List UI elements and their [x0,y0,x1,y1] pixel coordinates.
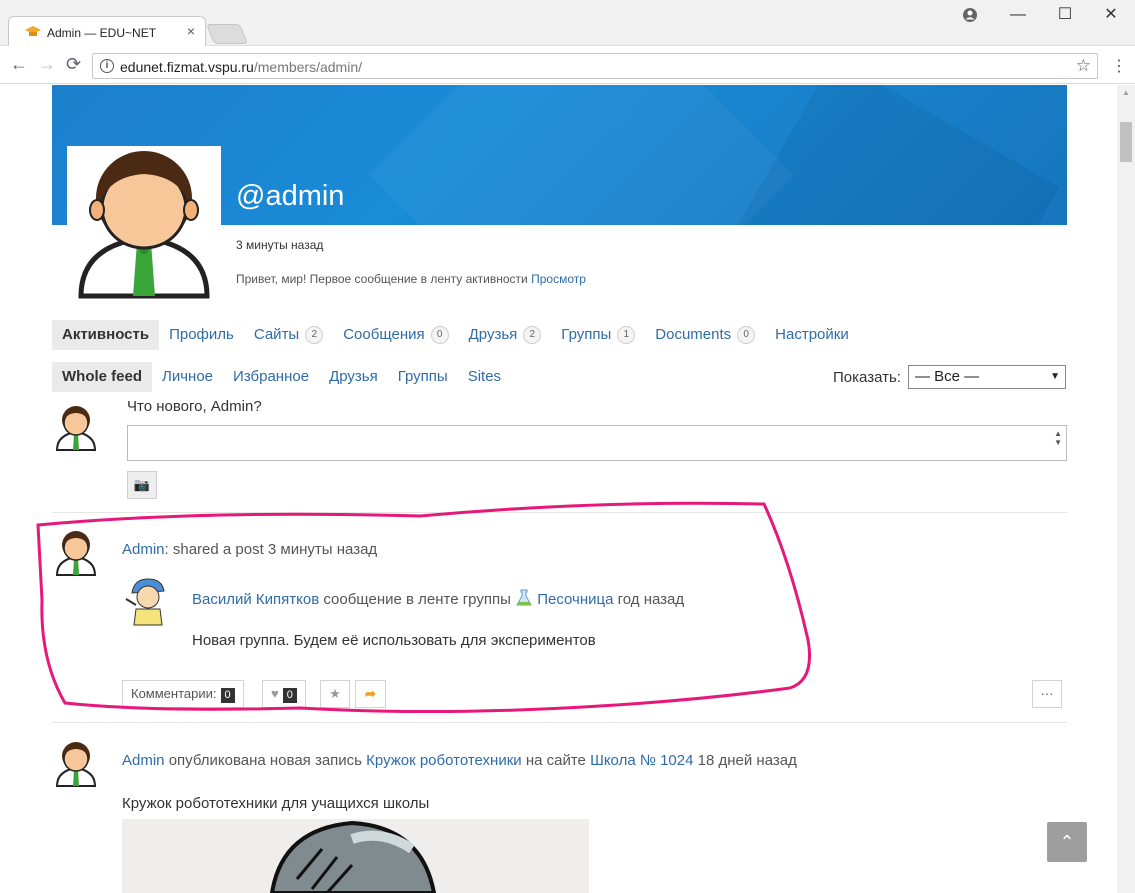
shared-post-header: Василий Кипятков сообщение в ленте групп… [192,589,684,608]
cover-pattern [369,85,795,225]
nav-groups[interactable]: Группы 1 [551,320,645,350]
activity-subnav: Whole feed Личное Избранное Друзья Групп… [52,362,511,392]
count-badge: 0 [737,326,756,344]
post-textarea[interactable]: ▲ ▼ [127,425,1067,461]
status-view-link[interactable]: Просмотр [531,272,586,286]
kid-avatar-icon[interactable] [122,575,174,627]
post-link[interactable]: Кружок робототехники [366,752,522,769]
share-arrow-icon[interactable]: ➦ [355,680,386,708]
info-icon[interactable]: i [100,59,114,73]
minimize-icon[interactable]: — [1002,4,1034,28]
divider [52,512,1067,513]
count-badge: 1 [617,326,636,344]
subnav-sites[interactable]: Sites [458,362,511,392]
filter-selected: — Все — [915,368,980,385]
nav-documents[interactable]: Documents 0 [645,320,765,350]
like-button[interactable]: ♥ 0 [262,680,306,708]
more-options-icon[interactable]: ··· [1032,680,1062,708]
back-icon[interactable]: ← [10,54,28,75]
new-tab-button[interactable] [205,24,249,44]
shared-post-content: Новая группа. Будем её использовать для … [192,632,596,649]
profile-handle: @admin [236,180,345,212]
comments-button[interactable]: Комментарии: 0 [122,680,244,708]
group-link[interactable]: Песочница [537,591,613,608]
heart-icon: ♥ [271,686,279,701]
page-scrollbar[interactable]: ▲ [1117,85,1135,893]
browser-menu-icon[interactable]: ⋮ [1111,56,1127,76]
nav-activity[interactable]: Активность [52,320,160,350]
activity-author-link[interactable]: Admin [122,752,165,769]
status-text: Привет, мир! Первое сообщение в ленту ак… [236,272,528,286]
spinner-arrows-icon[interactable]: ▲ ▼ [1054,429,1062,447]
site-link[interactable]: Школа № 1024 [590,752,693,769]
close-window-icon[interactable]: ✕ [1095,4,1127,28]
camera-icon[interactable]: 📷 [127,471,157,499]
nav-friends[interactable]: Друзья 2 [459,320,552,350]
subnav-favorites[interactable]: Избранное [223,362,319,392]
scroll-up-icon[interactable]: ▲ [1122,88,1130,97]
subnav-whole-feed[interactable]: Whole feed [52,362,153,392]
browser-titlebar: Admin — EDU~NET × — ☐ ✕ [0,0,1135,47]
dropdown-arrow-icon: ▼ [1050,371,1060,382]
nav-sites[interactable]: Сайты 2 [244,320,333,350]
activity-action: опубликована новая запись [164,752,367,769]
favorite-star-icon[interactable]: ★ [320,680,350,708]
post-excerpt: Кружок робототехники для учащихся школы [122,795,430,812]
activity-header: Admin опубликована новая запись Кружок р… [122,752,797,769]
nav-messages[interactable]: Сообщения 0 [333,320,458,350]
inner-time: год назад [613,591,685,608]
flask-icon [516,589,532,606]
bookmark-star-icon[interactable]: ☆ [1076,56,1091,76]
nav-profile[interactable]: Профиль [159,320,244,350]
count-badge: 2 [305,326,324,344]
comments-label: Комментарии: [131,686,217,701]
likes-count: 0 [282,688,297,703]
filter-label: Показать: [833,369,901,386]
activity-filter-select[interactable]: — Все — ▼ [908,365,1066,389]
subnav-personal[interactable]: Личное [152,362,223,392]
account-icon[interactable] [963,8,977,22]
last-active-time: 3 минуты назад [236,238,324,252]
count-badge: 2 [523,326,542,344]
user-avatar-icon [78,151,210,299]
divider [52,722,1067,723]
subnav-groups[interactable]: Группы [388,362,458,392]
nav-settings[interactable]: Настройки [765,320,859,350]
robot-image [269,820,437,893]
graduation-cap-icon [25,26,41,36]
post-image[interactable] [122,819,589,893]
user-avatar-icon[interactable] [52,528,100,576]
url-text[interactable]: edunet.fizmat.vspu.ru/members/admin/ [120,59,362,75]
profile-avatar[interactable] [67,146,221,300]
browser-tab[interactable]: Admin — EDU~NET × [8,16,206,47]
activity-action: : shared a post 3 минуты назад [164,541,378,558]
tab-title: Admin — EDU~NET [47,26,157,40]
user-avatar-icon[interactable] [52,403,100,451]
post-form-prompt: Что нового, Admin? [127,398,262,415]
activity-header: Admin: shared a post 3 минуты назад [122,541,377,558]
inner-action: сообщение в ленте группы [319,591,516,608]
latest-status: Привет, мир! Первое сообщение в ленту ак… [236,272,586,286]
profile-nav: Активность Профиль Сайты 2 Сообщения 0 Дру… [52,320,859,350]
count-badge: 0 [430,326,449,344]
browser-toolbar: ← → ⟳ i edunet.fizmat.vspu.ru/members/ad… [0,46,1135,84]
reload-icon[interactable]: ⟳ [66,54,81,75]
scroll-thumb[interactable] [1120,122,1132,162]
subnav-friends[interactable]: Друзья [319,362,388,392]
scroll-to-top-icon[interactable]: ⌃ [1047,822,1087,862]
inner-author-link[interactable]: Василий Кипятков [192,591,319,608]
activity-author-link[interactable]: Admin [122,541,165,558]
maximize-icon[interactable]: ☐ [1049,4,1081,28]
address-bar[interactable]: i edunet.fizmat.vspu.ru/members/admin/ ☆ [92,53,1098,79]
activity-time: 18 дней назад [693,752,797,769]
tab-close-icon[interactable]: × [187,23,195,39]
user-avatar-icon[interactable] [52,739,100,787]
forward-icon[interactable]: → [38,54,56,75]
comments-count: 0 [220,688,235,703]
on-site-text: на сайте [521,752,591,769]
